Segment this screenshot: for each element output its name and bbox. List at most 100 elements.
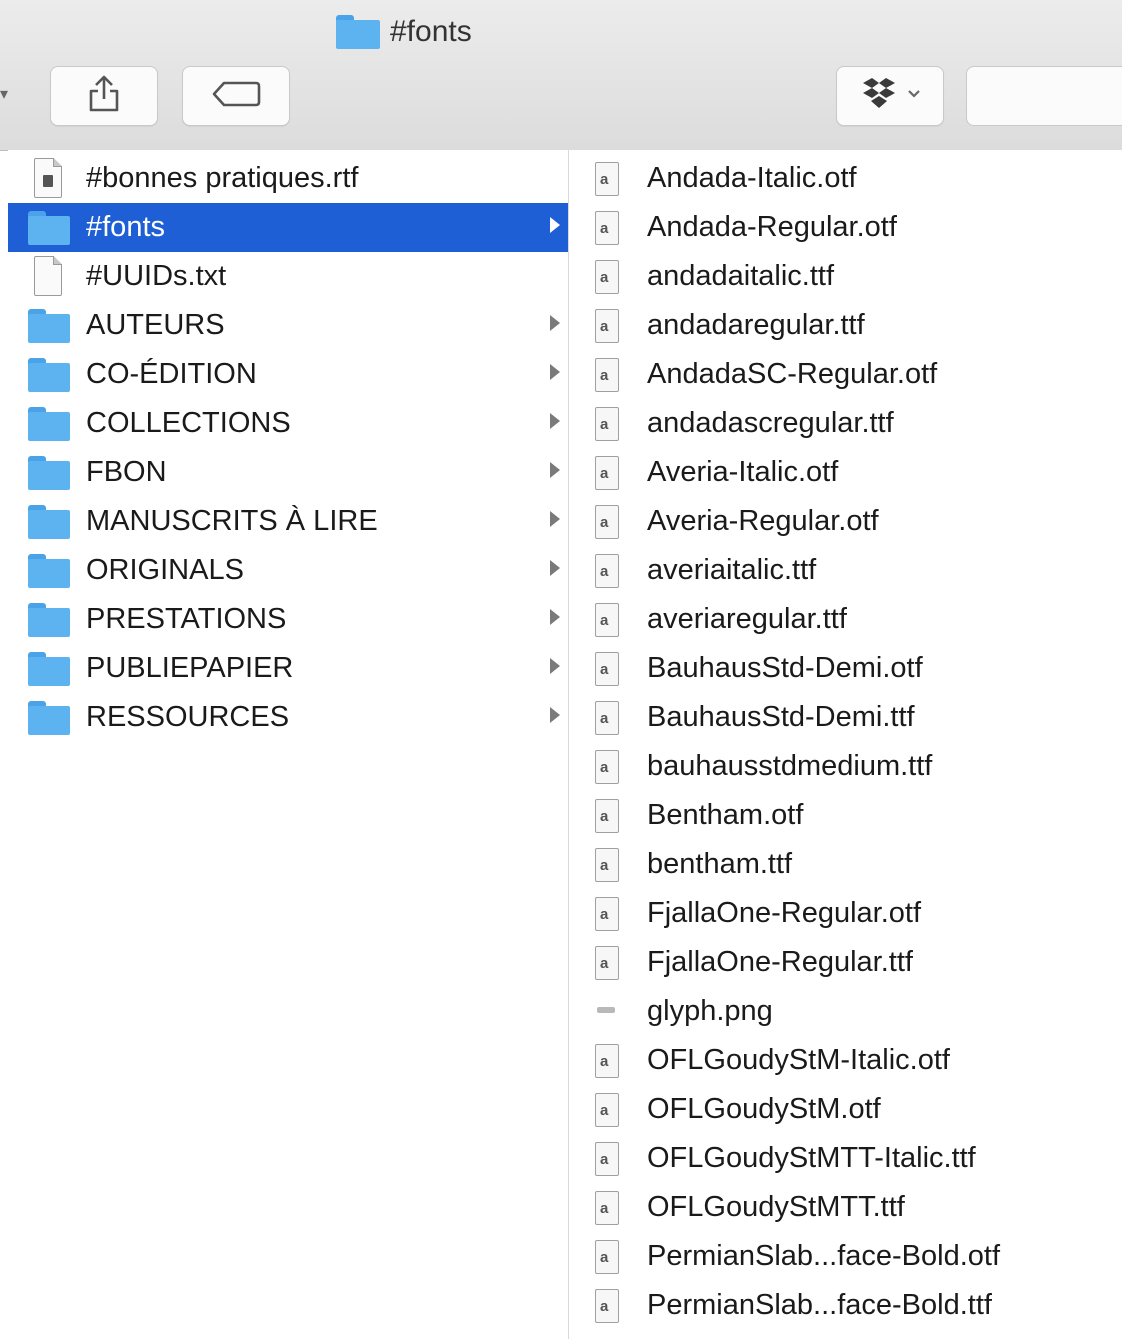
item-label: MANUSCRITS À LIRE <box>86 505 378 537</box>
folder-row[interactable]: #fonts <box>8 203 568 252</box>
file-row[interactable]: a OFLGoudyStM.otf <box>569 1085 1122 1134</box>
search-field[interactable] <box>966 66 1122 126</box>
item-label: BauhausStd-Demi.ttf <box>647 701 915 733</box>
font-file-icon: a <box>595 946 619 980</box>
folder-icon <box>28 652 70 686</box>
item-label: #UUIDs.txt <box>86 260 227 292</box>
file-row[interactable]: a OFLGoudyStM-Italic.otf <box>569 1036 1122 1085</box>
image-file-icon <box>597 1007 615 1013</box>
folder-icon <box>28 211 70 245</box>
item-label: FjallaOne-Regular.ttf <box>647 946 913 978</box>
folder-row[interactable]: COLLECTIONS <box>8 399 568 448</box>
font-file-icon: a <box>595 750 619 784</box>
folder-icon <box>28 603 70 637</box>
item-label: PUBLIEPAPIER <box>86 652 294 684</box>
item-label: averiaitalic.ttf <box>647 554 817 586</box>
file-row[interactable]: a andadaitalic.ttf <box>569 252 1122 301</box>
file-row[interactable]: #UUIDs.txt <box>8 252 568 301</box>
folder-row[interactable]: CO-ÉDITION <box>8 350 568 399</box>
file-row[interactable]: a Averia-Italic.otf <box>569 448 1122 497</box>
item-label: andadascregular.ttf <box>647 407 894 439</box>
font-file-icon: a <box>595 358 619 392</box>
folder-row[interactable]: MANUSCRITS À LIRE <box>8 497 568 546</box>
font-file-icon: a <box>595 1142 619 1176</box>
disclosure-arrow-icon <box>550 707 560 723</box>
item-label: FBON <box>86 456 167 488</box>
share-icon <box>87 75 121 118</box>
folder-icon <box>28 309 70 343</box>
file-row[interactable]: a OFLGoudyStMTT.ttf <box>569 1183 1122 1232</box>
window-title: #fonts <box>336 12 472 52</box>
folder-row[interactable]: PRESTATIONS <box>8 595 568 644</box>
font-file-icon: a <box>595 1093 619 1127</box>
item-label: Averia-Regular.otf <box>647 505 879 537</box>
item-label: andadaregular.ttf <box>647 309 865 341</box>
share-button[interactable] <box>50 66 158 126</box>
folder-row[interactable]: FBON <box>8 448 568 497</box>
file-row[interactable]: a BauhausStd-Demi.ttf <box>569 693 1122 742</box>
item-label: Averia-Italic.otf <box>647 456 839 488</box>
font-file-icon: a <box>595 554 619 588</box>
font-file-icon: a <box>595 1191 619 1225</box>
folder-icon <box>28 358 70 392</box>
item-label: FjallaOne-Regular.otf <box>647 897 922 929</box>
file-row[interactable]: a averiaitalic.ttf <box>569 546 1122 595</box>
item-label: #bonnes pratiques.rtf <box>86 162 359 194</box>
folder-row[interactable]: PUBLIEPAPIER <box>8 644 568 693</box>
disclosure-arrow-icon <box>550 364 560 380</box>
file-row[interactable]: glyph.png <box>569 987 1122 1036</box>
file-row[interactable]: a PermianSlab...face-Bold.otf <box>569 1232 1122 1281</box>
item-label: PermianSlab...face-Bold.otf <box>647 1240 1001 1272</box>
font-file-icon: a <box>595 309 619 343</box>
folder-row[interactable]: RESSOURCES <box>8 693 568 742</box>
tag-icon <box>210 79 262 114</box>
toolbar: #fonts ▾ <box>0 0 1122 151</box>
file-row[interactable]: a Andada-Regular.otf <box>569 203 1122 252</box>
file-row[interactable]: a bentham.ttf <box>569 840 1122 889</box>
fonts-column: a Andada-Italic.otf a Andada-Regular.otf a an… <box>569 150 1122 1339</box>
file-row[interactable]: a AndadaSC-Regular.otf <box>569 350 1122 399</box>
font-file-icon: a <box>595 1044 619 1078</box>
nav-partial-icon[interactable]: ▾ <box>0 84 8 104</box>
item-label: OFLGoudyStMTT-Italic.ttf <box>647 1142 976 1174</box>
item-label: OFLGoudyStMTT.ttf <box>647 1191 905 1223</box>
file-row[interactable]: a Averia-Regular.otf <box>569 497 1122 546</box>
font-file-icon: a <box>595 505 619 539</box>
item-label: PRESTATIONS <box>86 603 287 635</box>
file-row[interactable]: a Andada-Italic.otf <box>569 154 1122 203</box>
file-row[interactable]: a bauhausstdmedium.ttf <box>569 742 1122 791</box>
item-label: PermianSlab...face-Bold.ttf <box>647 1289 992 1321</box>
font-file-icon: a <box>595 211 619 245</box>
item-label: Bentham.otf <box>647 799 804 831</box>
tag-button[interactable] <box>182 66 290 126</box>
item-label: #fonts <box>86 211 165 243</box>
folder-icon <box>28 505 70 539</box>
file-row[interactable]: a averiaregular.ttf <box>569 595 1122 644</box>
font-file-icon: a <box>595 1289 619 1323</box>
item-label: CO-ÉDITION <box>86 358 257 390</box>
file-row[interactable]: a andadaregular.ttf <box>569 301 1122 350</box>
file-row[interactable]: a FjallaOne-Regular.otf <box>569 889 1122 938</box>
folder-row[interactable]: AUTEURS <box>8 301 568 350</box>
font-file-icon: a <box>595 1240 619 1274</box>
file-row[interactable]: a BauhausStd-Demi.otf <box>569 644 1122 693</box>
file-row[interactable]: #bonnes pratiques.rtf <box>8 154 568 203</box>
folder-icon <box>28 456 70 490</box>
item-label: ORIGINALS <box>86 554 244 586</box>
dropbox-button[interactable] <box>836 66 944 126</box>
disclosure-arrow-icon <box>550 315 560 331</box>
item-label: COLLECTIONS <box>86 407 291 439</box>
folder-icon <box>28 554 70 588</box>
disclosure-arrow-icon <box>550 511 560 527</box>
font-file-icon: a <box>595 260 619 294</box>
file-row[interactable]: a PermianSlab...face-Bold.ttf <box>569 1281 1122 1330</box>
item-label: AndadaSC-Regular.otf <box>647 358 938 390</box>
parent-column: #bonnes pratiques.rtf #fonts #UUIDs.txt AUT… <box>8 150 569 1339</box>
file-row[interactable]: a FjallaOne-Regular.ttf <box>569 938 1122 987</box>
folder-row[interactable]: ORIGINALS <box>8 546 568 595</box>
disclosure-arrow-icon <box>550 658 560 674</box>
file-row[interactable]: a OFLGoudyStMTT-Italic.ttf <box>569 1134 1122 1183</box>
file-row[interactable]: a Bentham.otf <box>569 791 1122 840</box>
file-row[interactable]: a andadascregular.ttf <box>569 399 1122 448</box>
item-label: RESSOURCES <box>86 701 290 733</box>
